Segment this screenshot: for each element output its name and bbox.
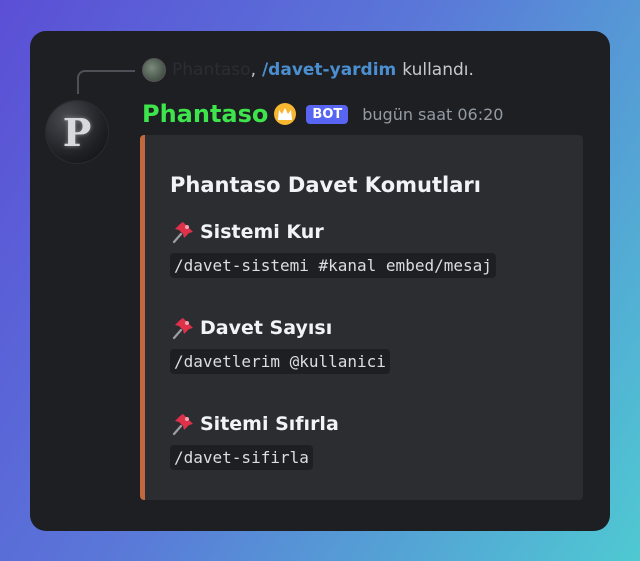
- field-name: Sitemi Sıfırla: [170, 411, 339, 437]
- pushpin-icon: [172, 414, 193, 436]
- embed-field: Davet Sayısı /davetlerim @kullanici: [170, 315, 390, 374]
- embed: Phantaso Davet Komutları Sistemi Kur /da…: [140, 135, 583, 500]
- reply-action-text: kullandı.: [402, 60, 474, 80]
- field-name-text: Sistemi Kur: [200, 221, 324, 243]
- reply-avatar[interactable]: [142, 58, 166, 82]
- field-name-text: Davet Sayısı: [200, 317, 333, 339]
- field-name-text: Sitemi Sıfırla: [200, 413, 339, 435]
- field-name: Davet Sayısı: [170, 315, 390, 341]
- field-name: Sistemi Kur: [170, 219, 496, 245]
- embed-title: Phantaso Davet Komutları: [170, 173, 481, 197]
- crown-icon[interactable]: [274, 103, 297, 125]
- field-code-value: /davet-sifirla: [170, 445, 313, 470]
- avatar-letter: P: [62, 109, 92, 155]
- embed-field: Sitemi Sıfırla /davet-sifirla: [170, 411, 339, 470]
- timestamp[interactable]: bugün saat 06:20: [362, 105, 503, 124]
- reply-connector: [77, 70, 135, 94]
- reply-separator: ,: [250, 60, 256, 80]
- message-panel: Phantaso, /davet-yardim kullandı. P Phan…: [30, 31, 610, 531]
- reply-username[interactable]: Phantaso: [172, 60, 251, 80]
- username[interactable]: Phantaso: [142, 100, 268, 128]
- field-code-value: /davet-sistemi #kanal embed/mesaj: [170, 253, 496, 278]
- embed-field: Sistemi Kur /davet-sistemi #kanal embed/…: [170, 219, 496, 278]
- message-header: Phantaso BOT bugün saat 06:20: [142, 97, 503, 131]
- bot-badge: BOT: [306, 104, 349, 124]
- pushpin-icon: [172, 318, 193, 340]
- avatar[interactable]: P: [45, 100, 109, 164]
- reply-reference[interactable]: Phantaso, /davet-yardim kullandı.: [142, 58, 474, 82]
- field-code-value: /davetlerim @kullanici: [170, 349, 390, 374]
- reply-command-link[interactable]: /davet-yardim: [262, 60, 396, 80]
- pushpin-icon: [172, 222, 193, 244]
